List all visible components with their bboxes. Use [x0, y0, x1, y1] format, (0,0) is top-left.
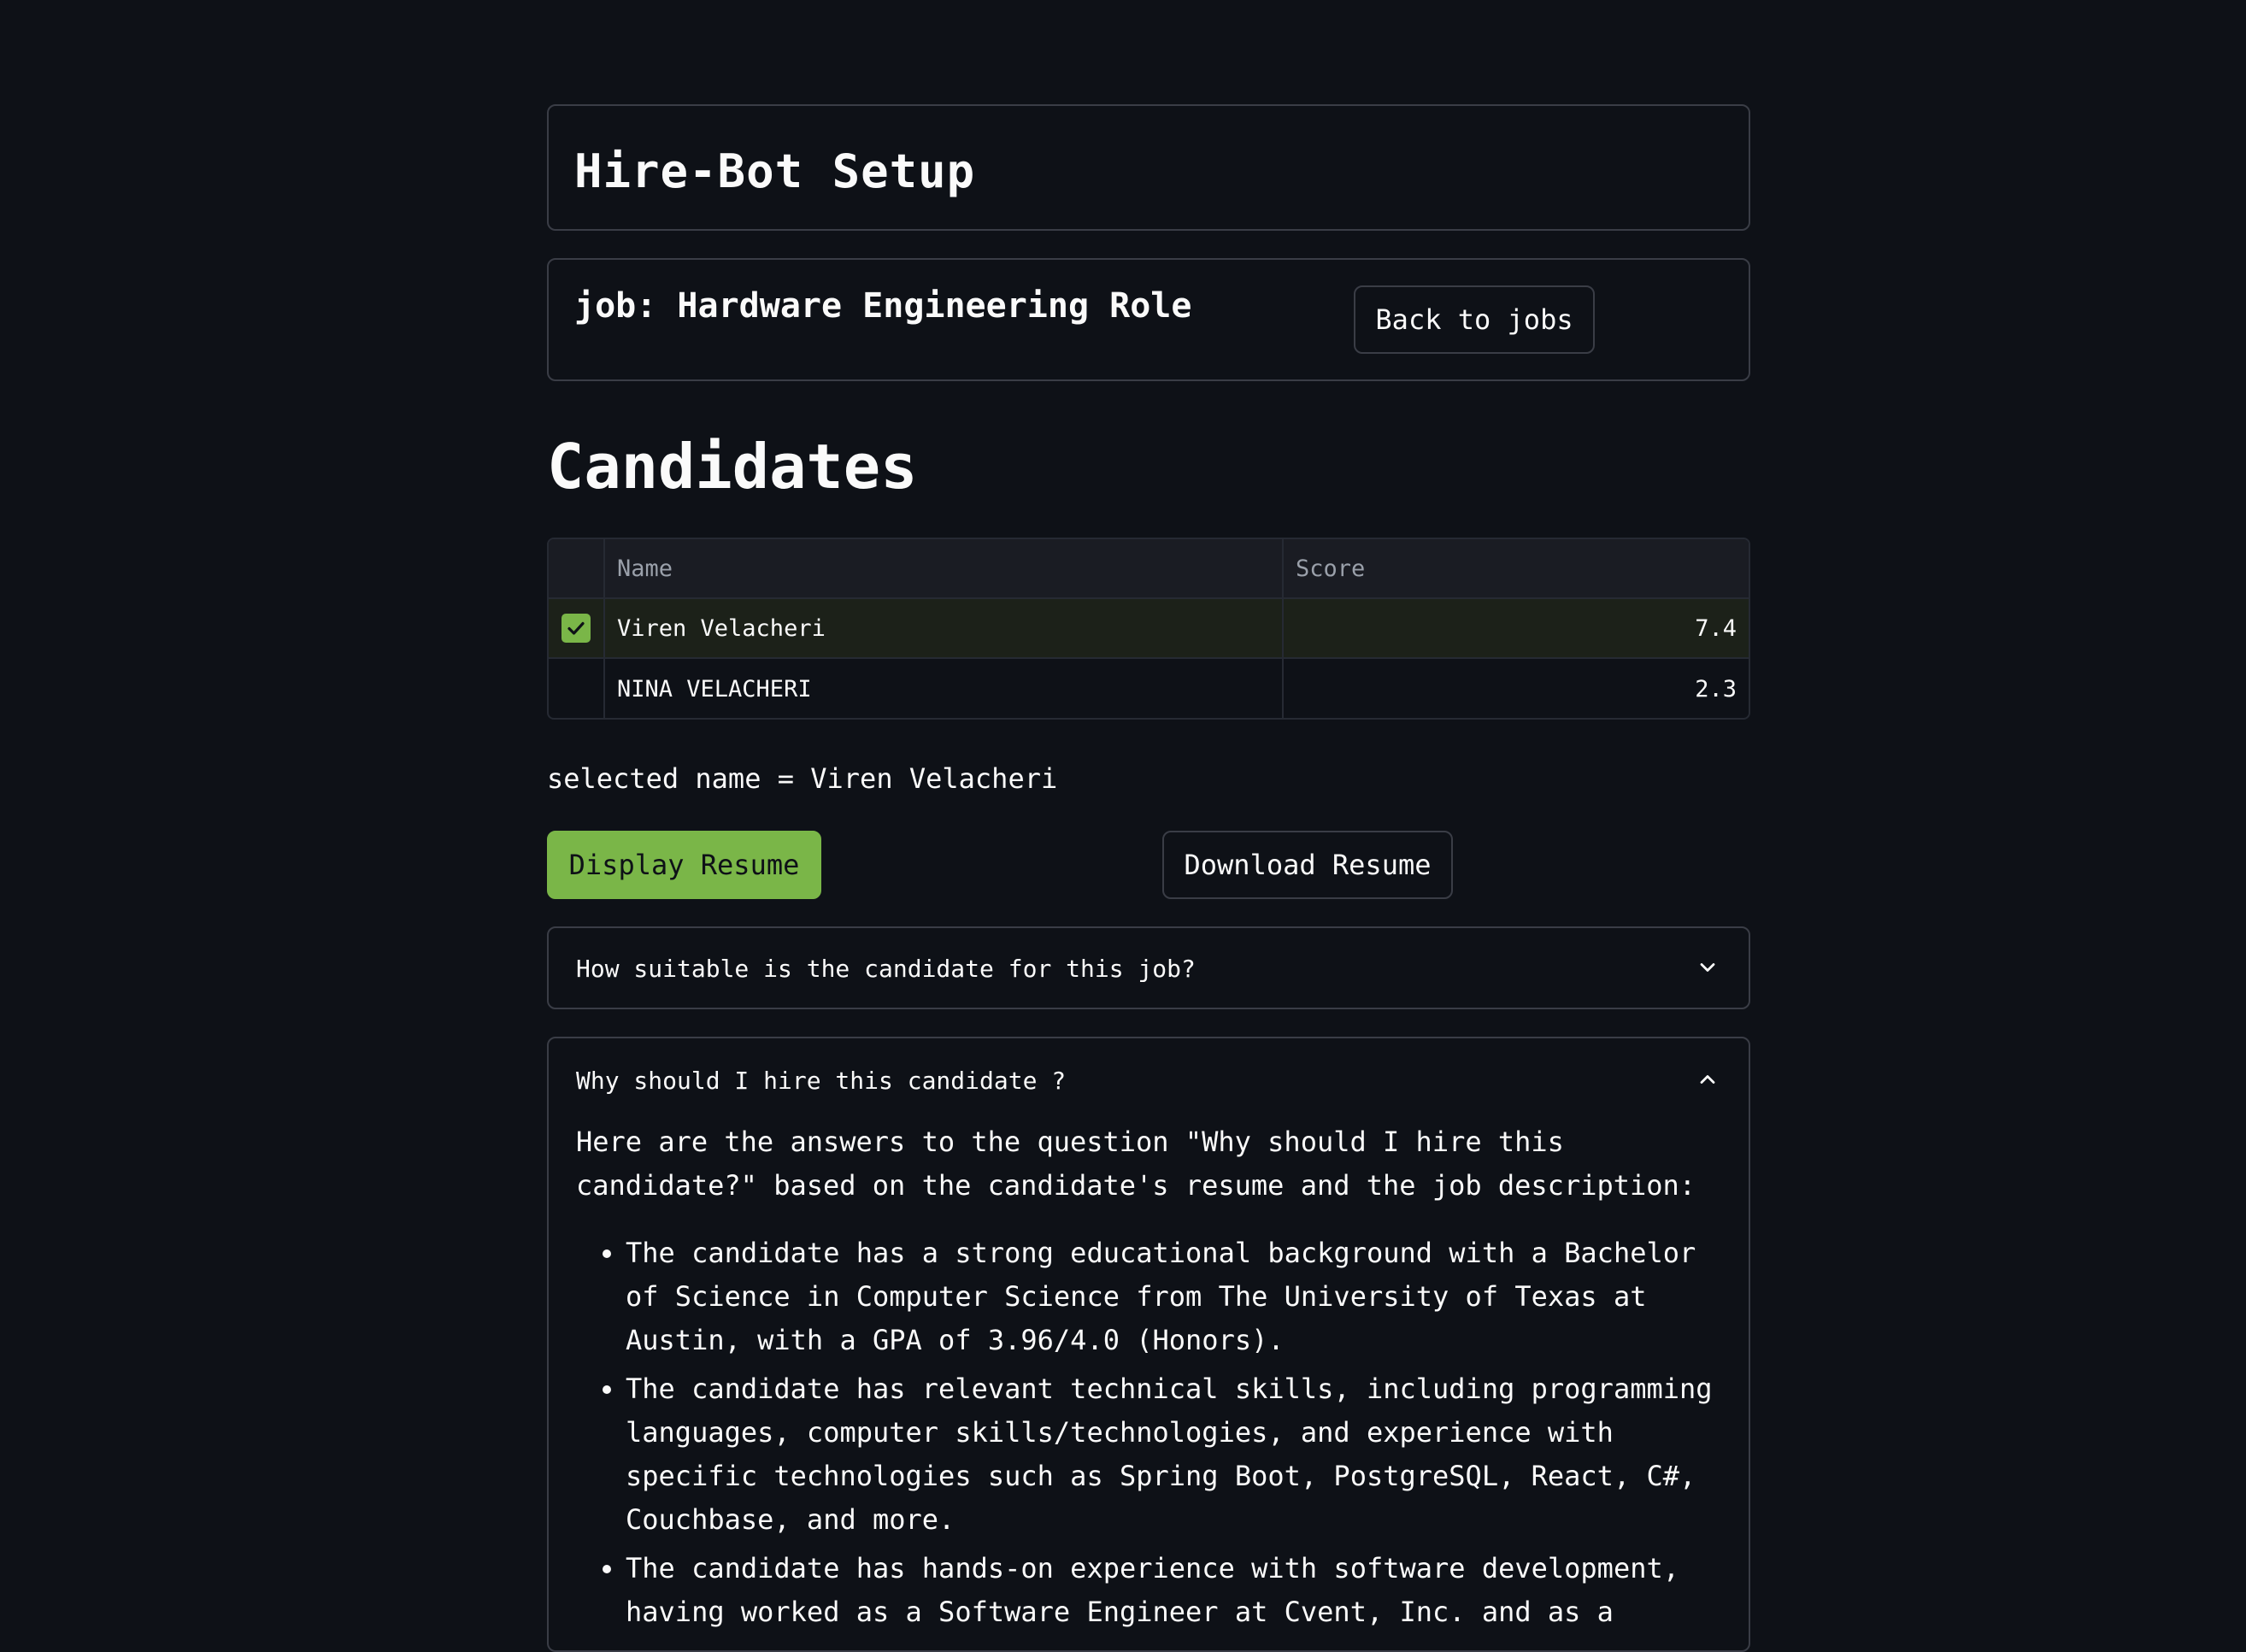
row-select-cell[interactable]	[549, 659, 605, 718]
table-row[interactable]: NINA VELACHERI 2.3	[549, 659, 1749, 718]
download-resume-button[interactable]: Download Resume	[1162, 831, 1453, 899]
candidate-score-cell[interactable]: 2.3	[1284, 659, 1749, 718]
back-to-jobs-button[interactable]: Back to jobs	[1354, 285, 1595, 354]
column-header-name[interactable]: Name	[605, 539, 1284, 597]
expander-content: Here are the answers to the question "Wh…	[576, 1120, 1713, 1639]
list-item: The candidate has a strong educational b…	[626, 1232, 1713, 1362]
table-header-row: Name Score	[549, 539, 1749, 599]
answer-intro: Here are the answers to the question "Wh…	[576, 1126, 1696, 1202]
select-all-cell[interactable]	[549, 539, 605, 597]
table-row[interactable]: Viren Velacheri 7.4	[549, 599, 1749, 659]
candidate-score-cell[interactable]: 7.4	[1284, 599, 1749, 657]
job-card: job: Hardware Engineering Role Back to j…	[547, 258, 1750, 381]
answer-list: The candidate has a strong educational b…	[576, 1232, 1713, 1634]
check-icon	[567, 621, 585, 635]
candidates-heading: Candidates	[547, 431, 918, 503]
title-card: Hire-Bot Setup	[547, 104, 1750, 231]
column-header-score[interactable]: Score	[1284, 539, 1749, 597]
row-select-cell[interactable]	[549, 599, 605, 657]
expander-question[interactable]: How suitable is the candidate for this j…	[576, 957, 1196, 981]
job-title: job: Hardware Engineering Role	[574, 286, 1192, 326]
display-resume-button[interactable]: Display Resume	[547, 831, 821, 899]
list-item: The candidate has relevant technical ski…	[626, 1367, 1713, 1542]
candidate-name-cell[interactable]: Viren Velacheri	[605, 599, 1284, 657]
page-title: Hire-Bot Setup	[574, 144, 976, 198]
expander-suitability[interactable]: How suitable is the candidate for this j…	[547, 926, 1750, 1009]
selected-name-text: selected name = Viren Velacheri	[547, 762, 1058, 795]
candidates-table: Name Score Viren Velacheri 7.4 NINA VELA…	[547, 538, 1750, 720]
candidate-name-cell[interactable]: NINA VELACHERI	[605, 659, 1284, 718]
expander-why-hire[interactable]: Why should I hire this candidate ? Here …	[547, 1037, 1750, 1652]
list-item: The candidate has hands-on experience wi…	[626, 1547, 1713, 1634]
chevron-up-icon[interactable]	[1696, 1067, 1720, 1091]
chevron-down-icon[interactable]	[1696, 955, 1720, 979]
row-checkbox-checked[interactable]	[562, 614, 591, 643]
expander-question[interactable]: Why should I hire this candidate ?	[576, 1069, 1066, 1093]
